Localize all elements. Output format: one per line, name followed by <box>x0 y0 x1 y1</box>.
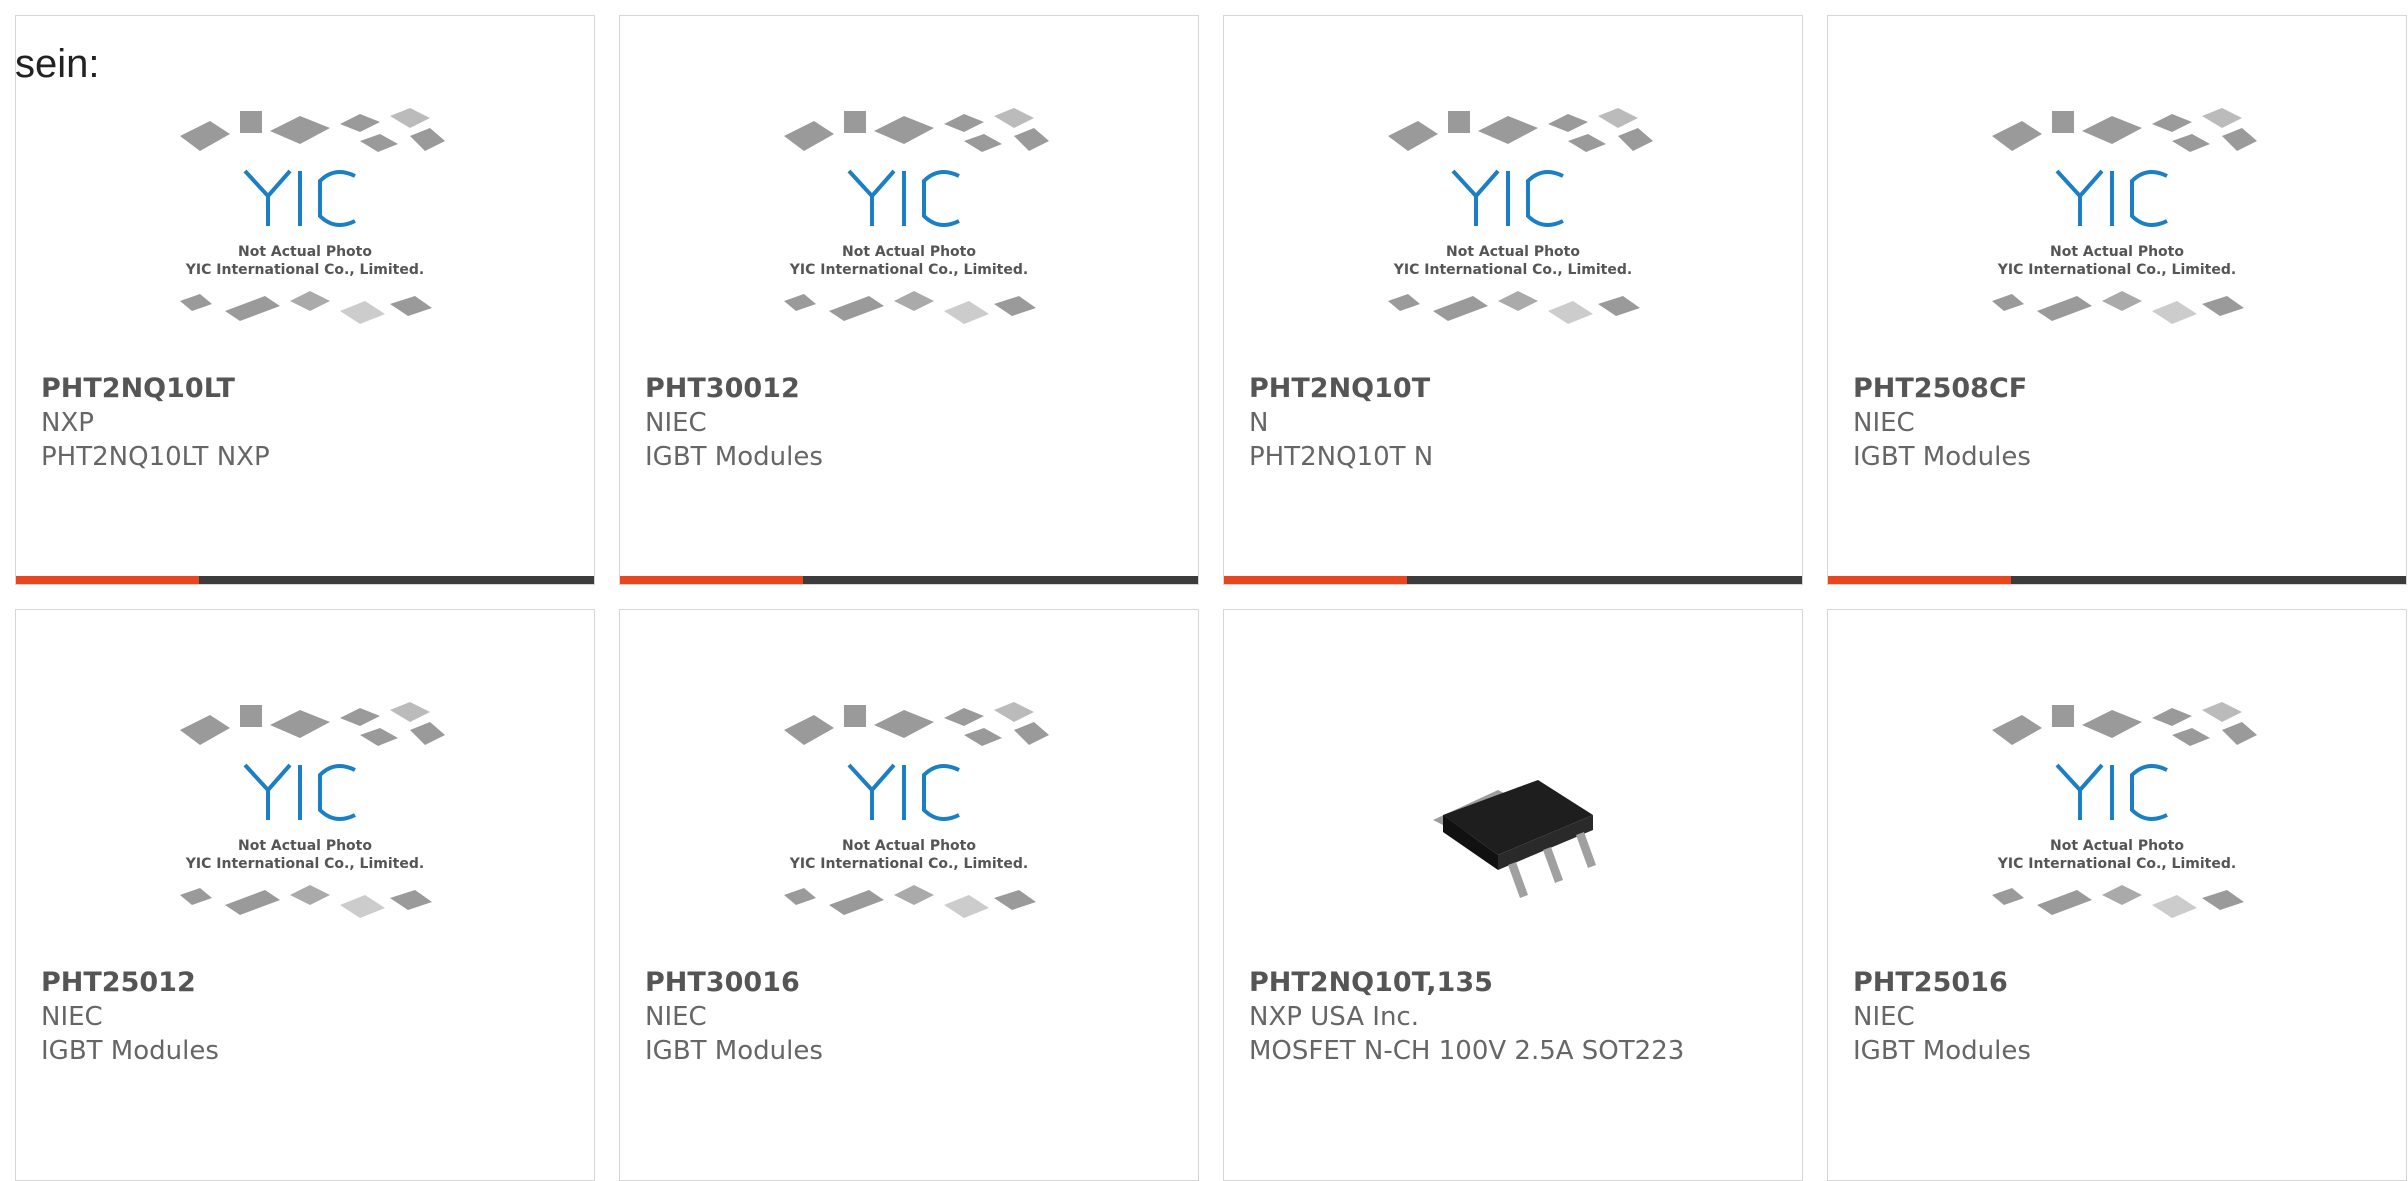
part-number[interactable]: PHT2508CF <box>1853 373 2027 404</box>
svg-text:YIC International Co., Limited: YIC International Co., Limited. <box>789 856 1028 872</box>
svg-text:Not Actual Photo: Not Actual Photo <box>842 244 976 260</box>
svg-text:Not Actual Photo: Not Actual Photo <box>238 244 372 260</box>
description: PHT2NQ10LT NXP <box>41 442 270 472</box>
lead-text: sein: <box>15 42 100 86</box>
part-number[interactable]: PHT2NQ10T,135 <box>1249 967 1493 998</box>
product-card[interactable]: Not Actual Photo YIC International Co., … <box>1827 609 2407 1181</box>
part-number[interactable]: PHT2NQ10T <box>1249 373 1430 404</box>
product-card[interactable]: Not Actual Photo YIC International Co., … <box>1827 15 2407 585</box>
description: IGBT Modules <box>1853 442 2031 472</box>
yic-placeholder-icon: Not Actual Photo YIC International Co., … <box>1952 690 2282 970</box>
manufacturer: NIEC <box>1853 408 1915 438</box>
card-bar-accent <box>1828 576 2011 584</box>
svg-text:YIC International Co., Limited: YIC International Co., Limited. <box>789 262 1028 278</box>
manufacturer: NIEC <box>645 1002 707 1032</box>
part-number[interactable]: PHT2NQ10LT <box>41 373 235 404</box>
product-card[interactable]: Not Actual Photo YIC International Co., … <box>15 609 595 1181</box>
svg-text:Not Actual Photo: Not Actual Photo <box>1446 244 1580 260</box>
card-bar <box>1828 576 2406 584</box>
part-number[interactable]: PHT25012 <box>41 967 196 998</box>
description: IGBT Modules <box>1853 1036 2031 1066</box>
card-bar-accent <box>16 576 199 584</box>
part-number[interactable]: PHT30012 <box>645 373 800 404</box>
product-card[interactable]: Not Actual Photo YIC International Co., … <box>619 609 1199 1181</box>
manufacturer: NIEC <box>41 1002 103 1032</box>
yic-placeholder-icon: Not Actual Photo YIC International Co., … <box>140 96 470 376</box>
part-number[interactable]: PHT25016 <box>1853 967 2008 998</box>
manufacturer: NIEC <box>645 408 707 438</box>
sot223-chip-photo <box>1348 690 1678 970</box>
yic-placeholder-icon: Not Actual Photo YIC International Co., … <box>744 690 1074 970</box>
description: IGBT Modules <box>645 1036 823 1066</box>
manufacturer: N <box>1249 408 1269 438</box>
yic-placeholder-icon: Not Actual Photo YIC International Co., … <box>140 690 470 970</box>
description: PHT2NQ10T N <box>1249 442 1434 472</box>
svg-text:Not Actual Photo: Not Actual Photo <box>2050 244 2184 260</box>
description: MOSFET N-CH 100V 2.5A SOT223 <box>1249 1036 1685 1066</box>
card-bar-accent <box>620 576 803 584</box>
product-card[interactable]: PHT2NQ10T,135 NXP USA Inc. MOSFET N-CH 1… <box>1223 609 1803 1181</box>
yic-placeholder-icon: Not Actual Photo YIC International Co., … <box>744 96 1074 376</box>
product-card[interactable]: Not Actual Photo YIC International Co., … <box>1223 15 1803 585</box>
svg-text:Not Actual Photo: Not Actual Photo <box>2050 838 2184 854</box>
description: IGBT Modules <box>41 1036 219 1066</box>
yic-placeholder-icon: Not Actual Photo YIC International Co., … <box>1952 96 2282 376</box>
manufacturer: NIEC <box>1853 1002 1915 1032</box>
svg-text:YIC International Co., Limited: YIC International Co., Limited. <box>185 856 424 872</box>
card-bar <box>1224 576 1802 584</box>
manufacturer: NXP <box>41 408 94 438</box>
product-card[interactable]: Not Actual Photo YIC International Co., … <box>619 15 1199 585</box>
manufacturer: NXP USA Inc. <box>1249 1002 1419 1032</box>
card-bar <box>620 576 1198 584</box>
yic-placeholder-icon: Not Actual Photo YIC International Co., … <box>1348 96 1678 376</box>
svg-text:Not Actual Photo: Not Actual Photo <box>842 838 976 854</box>
svg-text:YIC International Co., Limited: YIC International Co., Limited. <box>1997 856 2236 872</box>
svg-text:YIC International Co., Limited: YIC International Co., Limited. <box>1997 262 2236 278</box>
part-number[interactable]: PHT30016 <box>645 967 800 998</box>
product-grid: Not Actual Photo YIC International Co., … <box>15 15 2407 1181</box>
product-card[interactable]: Not Actual Photo YIC International Co., … <box>15 15 595 585</box>
svg-text:YIC International Co., Limited: YIC International Co., Limited. <box>185 262 424 278</box>
svg-text:YIC International Co., Limited: YIC International Co., Limited. <box>1393 262 1632 278</box>
description: IGBT Modules <box>645 442 823 472</box>
svg-text:Not Actual Photo: Not Actual Photo <box>238 838 372 854</box>
card-bar-accent <box>1224 576 1407 584</box>
card-bar <box>16 576 594 584</box>
